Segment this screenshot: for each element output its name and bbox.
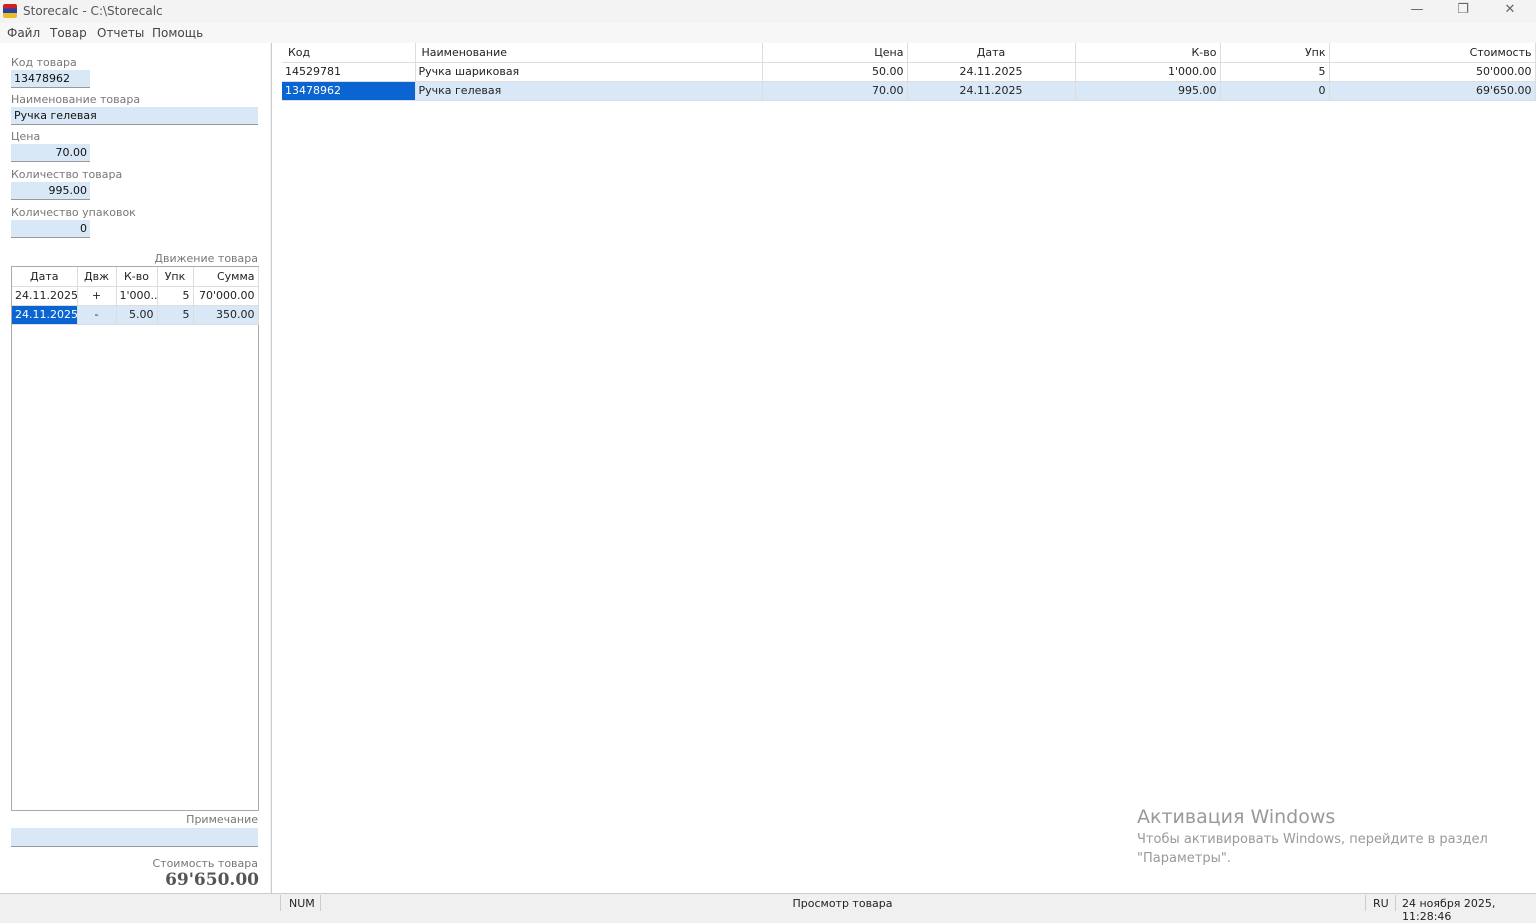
cell-cost: 50'000.00 xyxy=(1329,62,1536,82)
movement-row[interactable]: 24.11.2025 + 1'000... 5 70'000.00 xyxy=(12,286,259,306)
cell-packs: 0 xyxy=(1220,81,1330,101)
movement-table[interactable]: Дата Двж К-во Упк Сумма 24.11.2025 + 1'0… xyxy=(11,266,259,811)
col-packs[interactable]: Упк xyxy=(1220,43,1330,63)
col-date[interactable]: Дата xyxy=(907,43,1076,63)
products-grid[interactable]: Код Наименование Цена Дата К-во Упк Стои… xyxy=(271,43,1536,893)
packs-label: Количество упаковок xyxy=(11,206,136,219)
movement-label: Движение товара xyxy=(154,252,258,265)
price-field[interactable]: 70.00 xyxy=(11,144,90,162)
menu-reports[interactable]: Отчеты xyxy=(97,26,144,40)
cell-date: 24.11.2025 xyxy=(907,62,1076,82)
cell-cost: 69'650.00 xyxy=(1329,81,1536,101)
grid-header: Код Наименование Цена Дата К-во Упк Стои… xyxy=(282,43,1536,63)
col-packs[interactable]: Упк xyxy=(157,267,194,287)
menu-help[interactable]: Помощь xyxy=(152,26,203,40)
col-price[interactable]: Цена xyxy=(762,43,908,63)
note-label: Примечание xyxy=(186,813,258,826)
title-bar xyxy=(0,0,1536,23)
movement-header: Дата Двж К-во Упк Сумма xyxy=(12,267,259,287)
movement-row-selected[interactable]: 24.11.2025 - 5.00 5 350.00 xyxy=(12,305,259,325)
cell-qty: 1'000.00 xyxy=(1075,62,1221,82)
num-indicator: NUM xyxy=(289,897,315,910)
status-datetime: 24 ноября 2025, 11:28:46 xyxy=(1402,897,1496,923)
restore-button[interactable]: ❐ xyxy=(1440,2,1486,22)
note-field[interactable] xyxy=(11,828,258,847)
cell-qty: 5.00 xyxy=(116,305,158,325)
window-title: Storecalc - C:\Storecalc xyxy=(23,4,163,18)
status-divider xyxy=(280,895,281,911)
watermark-title: Активация Windows xyxy=(1137,806,1336,828)
col-name[interactable]: Наименование xyxy=(415,43,763,63)
cell-price: 70.00 xyxy=(762,81,908,101)
minimize-button[interactable]: — xyxy=(1394,2,1440,22)
cell-qty: 1'000... xyxy=(116,286,158,306)
cell-sum: 70'000.00 xyxy=(193,286,259,306)
menu-bar xyxy=(0,23,1536,43)
cell-qty: 995.00 xyxy=(1075,81,1221,101)
cell-packs: 5 xyxy=(157,305,194,325)
cell-date: 24.11.2025 xyxy=(907,81,1076,101)
price-label: Цена xyxy=(11,130,41,143)
col-date[interactable]: Дата xyxy=(12,267,78,287)
col-sum[interactable]: Сумма xyxy=(193,267,259,287)
grid-row-selected[interactable]: 13478962 Ручка гелевая 70.00 24.11.2025 … xyxy=(282,81,1536,101)
cell-direction: + xyxy=(77,286,117,306)
watermark-line1: Чтобы активировать Windows, перейдите в … xyxy=(1137,832,1488,847)
status-mode: Просмотр товара xyxy=(792,897,893,910)
cell-direction: - xyxy=(77,305,117,325)
watermark-line2: "Параметры". xyxy=(1137,851,1231,866)
col-qty[interactable]: К-во xyxy=(1075,43,1221,63)
cell-date: 24.11.2025 xyxy=(12,305,78,325)
cell-code: 14529781 xyxy=(282,62,416,82)
close-button[interactable]: ✕ xyxy=(1487,2,1533,22)
cell-code: 13478962 xyxy=(282,81,416,101)
menu-file[interactable]: Файл xyxy=(7,26,40,40)
code-field[interactable]: 13478962 xyxy=(11,70,90,88)
name-field[interactable]: Ручка гелевая xyxy=(11,107,258,125)
col-code[interactable]: Код xyxy=(282,43,416,63)
cost-value: 69'650.00 xyxy=(165,870,259,890)
cell-packs: 5 xyxy=(1220,62,1330,82)
cell-name: Ручка гелевая xyxy=(415,81,763,101)
app-icon xyxy=(3,4,17,18)
col-direction[interactable]: Двж xyxy=(77,267,117,287)
activation-watermark: Активация Windows Чтобы активировать Win… xyxy=(1137,806,1488,866)
packs-field[interactable]: 0 xyxy=(11,220,90,238)
language-indicator: RU xyxy=(1373,897,1389,910)
name-label: Наименование товара xyxy=(11,93,141,106)
cell-packs: 5 xyxy=(157,286,194,306)
cost-label: Стоимость товара xyxy=(152,857,258,870)
code-label: Код товара xyxy=(11,56,77,69)
cell-name: Ручка шариковая xyxy=(415,62,763,82)
status-divider xyxy=(1365,895,1366,911)
cell-price: 50.00 xyxy=(762,62,908,82)
status-divider xyxy=(1395,895,1396,911)
qty-label: Количество товара xyxy=(11,168,123,181)
qty-field[interactable]: 995.00 xyxy=(11,182,90,200)
grid-row[interactable]: 14529781 Ручка шариковая 50.00 24.11.202… xyxy=(282,62,1536,82)
col-qty[interactable]: К-во xyxy=(116,267,158,287)
menu-product[interactable]: Товар xyxy=(50,26,87,40)
cell-sum: 350.00 xyxy=(193,305,259,325)
cell-date: 24.11.2025 xyxy=(12,286,78,306)
col-cost[interactable]: Стоимость xyxy=(1329,43,1536,63)
